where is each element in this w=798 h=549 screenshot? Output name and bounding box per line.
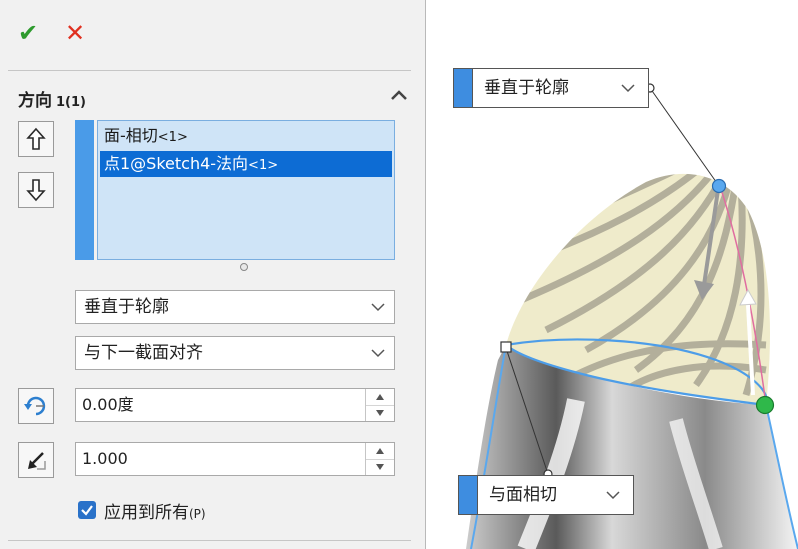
- callout-top[interactable]: 垂直于轮廓: [453, 68, 649, 108]
- move-up-button[interactable]: [18, 121, 54, 157]
- chevron-up-icon: [391, 90, 407, 100]
- callout-color-bar: [459, 476, 478, 514]
- angle-spinner: [365, 389, 394, 421]
- move-down-button[interactable]: [18, 172, 54, 208]
- angle-field[interactable]: 0.00度: [75, 388, 395, 422]
- length-icon-button: [18, 442, 54, 478]
- handle-square[interactable]: [500, 341, 512, 353]
- length-spinner: [365, 443, 394, 475]
- close-icon: ✕: [64, 19, 86, 47]
- chevron-down-icon: [621, 84, 635, 93]
- handle-dot[interactable]: [755, 395, 775, 415]
- spin-up-button[interactable]: [366, 389, 394, 406]
- property-manager-panel: ✔ ✕ 方向 1(1) 面-相切<1> 点1@Sketch4-法向<1> 垂直于轮…: [0, 0, 426, 549]
- cancel-button[interactable]: ✕: [62, 20, 88, 46]
- tangent-length-icon: [28, 452, 46, 470]
- chevron-down-icon: [371, 303, 385, 312]
- selection-list: 面-相切<1> 点1@Sketch4-法向<1>: [75, 120, 395, 260]
- triangle-up-icon: [376, 394, 384, 400]
- arrow-up-icon: [26, 127, 46, 150]
- list-color-bar: [75, 120, 94, 260]
- spin-up-button[interactable]: [366, 443, 394, 460]
- callout-bottom[interactable]: 与面相切: [458, 475, 634, 515]
- selection-listbox[interactable]: 面-相切<1> 点1@Sketch4-法向<1>: [97, 120, 395, 260]
- section-title-text: 方向: [18, 91, 52, 111]
- chevron-down-icon: [606, 491, 620, 500]
- divider: [8, 540, 411, 541]
- spin-down-button[interactable]: [366, 405, 394, 421]
- graphics-viewport[interactable]: 垂直于轮廓 与面相切: [426, 0, 798, 549]
- callout-color-bar: [454, 69, 473, 107]
- chevron-down-icon: [371, 349, 385, 358]
- triangle-up-icon: [376, 448, 384, 454]
- triangle-down-icon: [376, 410, 384, 416]
- section-count: 1(1): [56, 95, 86, 110]
- list-resize-handle[interactable]: [240, 263, 248, 271]
- apply-all-checkbox[interactable]: [78, 501, 96, 519]
- apply-all-label[interactable]: 应用到所有(P): [104, 498, 206, 523]
- alignment-select[interactable]: 与下一截面对齐: [75, 336, 395, 370]
- checkmark-icon: [81, 505, 93, 516]
- triangle-down-icon: [376, 464, 384, 470]
- list-item-selected[interactable]: 点1@Sketch4-法向<1>: [100, 151, 392, 177]
- profile-direction-select[interactable]: 垂直于轮廓: [75, 290, 395, 324]
- divider: [8, 70, 411, 71]
- collapse-button[interactable]: [388, 84, 410, 106]
- angle-icon-button: [18, 388, 54, 424]
- section-title: 方向 1(1): [18, 86, 86, 111]
- rotate-icon: [24, 396, 46, 416]
- handle-dot[interactable]: [711, 178, 727, 194]
- checkmark-icon: ✔: [17, 19, 39, 47]
- ok-button[interactable]: ✔: [15, 20, 41, 46]
- arrow-down-icon: [26, 179, 46, 202]
- list-item[interactable]: 面-相切<1>: [100, 123, 392, 149]
- length-field[interactable]: 1.000: [75, 442, 395, 476]
- spin-down-button[interactable]: [366, 459, 394, 475]
